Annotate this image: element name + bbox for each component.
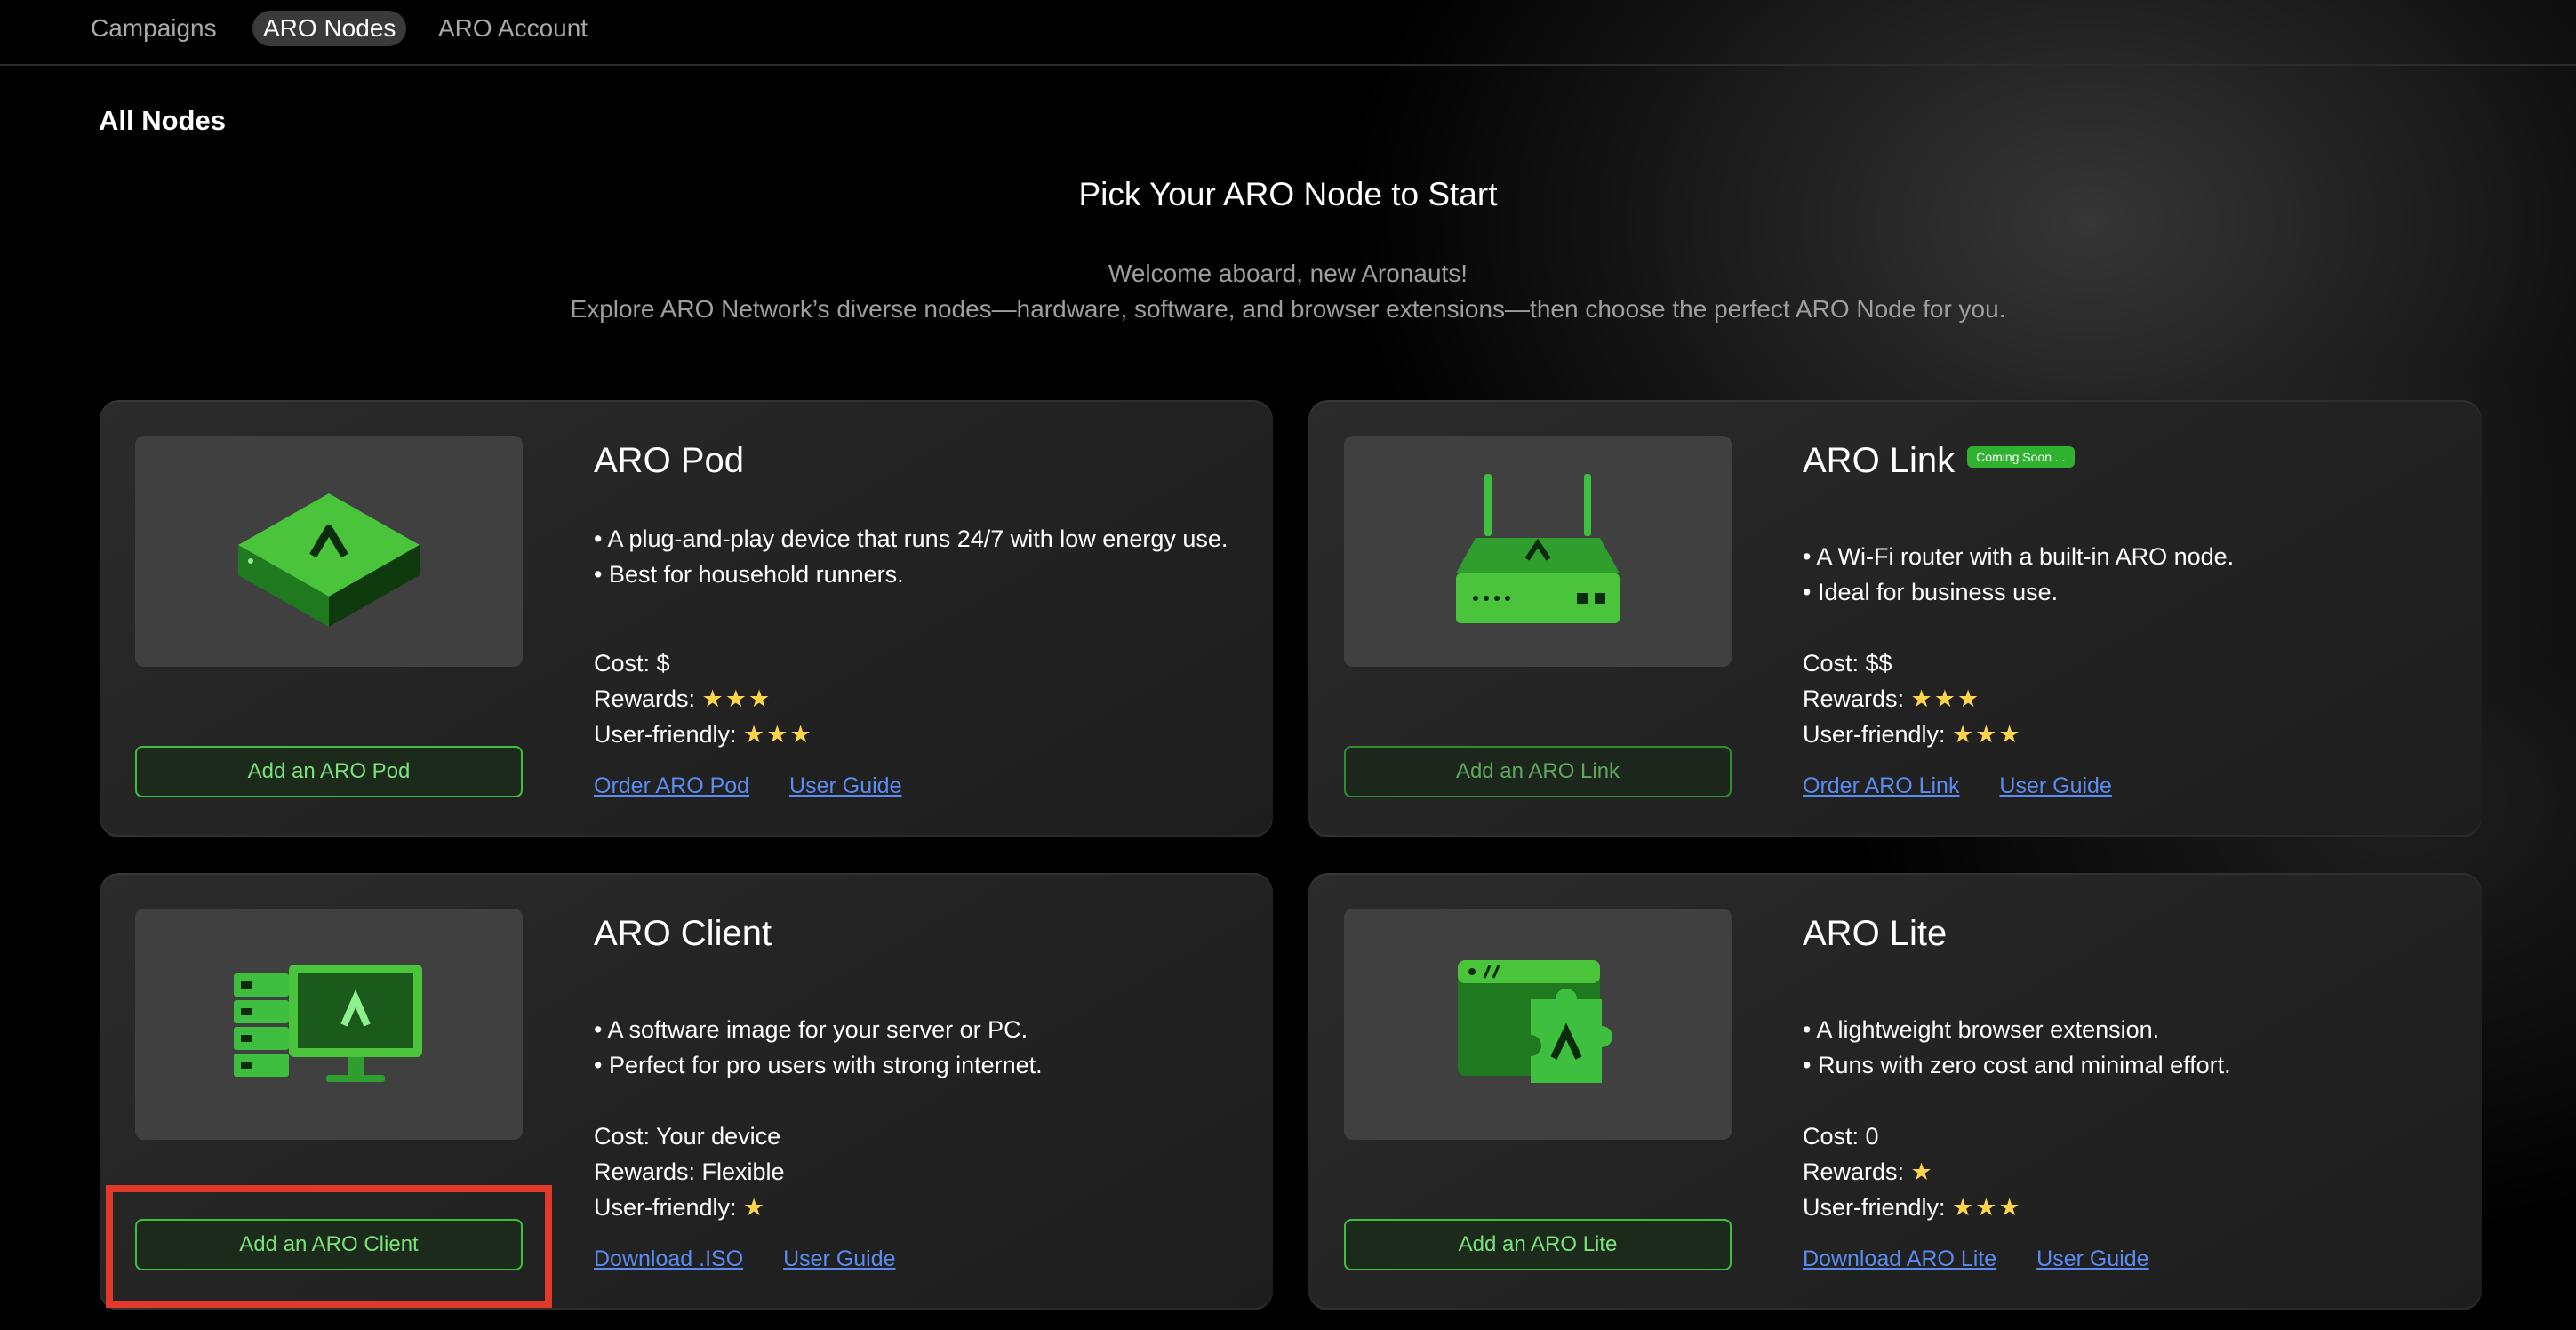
card-title: ARO Link Coming Soon ... [1803,441,2075,481]
add-aro-link-button[interactable]: Add an ARO Link [1344,746,1732,797]
star-icon: ★★★ [1952,1194,2022,1221]
rewards-text: Rewards: Flexible [594,1158,785,1185]
user-friendly-label: User-friendly: [1803,721,1953,748]
user-friendly-row: User-friendly: ★★★ [1803,717,2022,752]
user-friendly-row: User-friendly: ★ [594,1190,785,1225]
client-thumbnail [135,909,523,1140]
section-title: All Nodes [99,105,226,136]
card-description: • A software image for your server or PC… [594,1012,1252,1083]
bullet-item: • Best for household runners. [594,561,904,588]
order-aro-pod-link[interactable]: Order ARO Pod [594,773,749,798]
rewards-row: Rewards: ★ [1803,1154,2022,1190]
card-description: • A plug-and-play device that runs 24/7 … [594,521,1252,592]
star-icon: ★ [743,1194,767,1221]
card-title: ARO Lite [1803,914,1948,953]
star-icon: ★★★ [1910,685,1981,712]
user-friendly-row: User-friendly: ★★★ [594,717,813,752]
subtitle-text: Explore ARO Network’s diverse nodes—hard… [570,295,2006,323]
highlight-box [106,1185,552,1308]
card-description: • A lightweight browser extension. • Run… [1803,1012,2460,1083]
rewards-label: Rewards: [1803,1158,1911,1185]
star-icon: ★★★ [701,685,772,712]
rewards-label: Rewards: [594,685,702,712]
star-icon: ★★★ [1952,721,2022,748]
rewards-label: Rewards: [1803,685,1911,712]
card-stats: Cost: $ Rewards: ★★★ User-friendly: ★★★ [594,645,813,752]
card-aro-link: Add an ARO Link ARO Link Coming Soon ... … [1308,400,2482,837]
add-aro-lite-button[interactable]: Add an ARO Lite [1344,1219,1732,1270]
user-friendly-label: User-friendly: [594,1194,744,1221]
rewards-row: Rewards: ★★★ [1803,681,2022,717]
pod-thumbnail [135,436,523,667]
user-guide-link[interactable]: User Guide [789,773,901,798]
pod-device-icon [238,493,420,627]
page-heading: Pick Your ARO Node to Start [1078,176,1498,212]
bullet-item: • Perfect for pro users with strong inte… [594,1052,1043,1078]
card-links: Order ARO Pod User Guide [594,773,935,799]
star-icon: ★ [1910,1158,1934,1185]
bullet-item: • Ideal for business use. [1803,579,2059,605]
order-aro-link-link[interactable]: Order ARO Link [1803,773,1959,798]
card-title: ARO Client [594,914,772,953]
cost-text: Cost: Your device [594,1123,781,1150]
bullet-item: • A lightweight browser extension. [1803,1016,2160,1043]
user-friendly-label: User-friendly: [1803,1194,1953,1221]
download-iso-link[interactable]: Download .ISO [594,1246,743,1271]
card-aro-pod: Add an ARO Pod ARO Pod • A plug-and-play… [100,400,1273,837]
card-links: Order ARO Link User Guide [1803,773,2146,799]
card-stats: Cost: $$ Rewards: ★★★ User-friendly: ★★★ [1803,645,2022,752]
server-monitor-icon [234,965,422,1082]
router-icon [1456,474,1620,623]
bullet-item: • A software image for your server or PC… [594,1016,1028,1043]
card-description: • A Wi-Fi router with a built-in ARO nod… [1803,539,2460,610]
browser-extension-icon [1458,960,1612,1083]
welcome-text: Welcome aboard, new Aronauts! [1108,260,1468,287]
download-aro-lite-link[interactable]: Download ARO Lite [1803,1246,1996,1271]
card-stats: Cost: Your device Rewards: Flexible User… [594,1118,785,1225]
cost-text: Cost: $ [594,650,670,677]
user-friendly-row: User-friendly: ★★★ [1803,1190,2022,1225]
user-guide-link[interactable]: User Guide [2036,1246,2148,1271]
card-title: ARO Pod [594,441,744,480]
add-aro-pod-button[interactable]: Add an ARO Pod [135,746,523,797]
user-guide-link[interactable]: User Guide [783,1246,895,1271]
user-friendly-label: User-friendly: [594,721,744,748]
card-title-text: ARO Link [1803,441,1956,480]
cost-text: Cost: $$ [1803,650,1892,677]
bullet-item: • Runs with zero cost and minimal effort… [1803,1052,2231,1078]
coming-soon-badge: Coming Soon ... [1967,446,2075,469]
tab-campaigns[interactable]: Campaigns [91,11,217,46]
lite-thumbnail [1344,909,1732,1140]
cost-text: Cost: 0 [1803,1123,1879,1150]
tab-aro-account[interactable]: ARO Account [438,11,588,46]
card-stats: Cost: 0 Rewards: ★ User-friendly: ★★★ [1803,1118,2022,1225]
rewards-row: Rewards: ★★★ [594,681,813,717]
card-links: Download ARO Lite User Guide [1803,1246,2183,1272]
bullet-item: • A plug-and-play device that runs 24/7 … [594,525,1228,552]
card-links: Download .ISO User Guide [594,1246,930,1272]
tab-aro-nodes[interactable]: ARO Nodes [252,11,407,46]
card-aro-lite: Add an ARO Lite ARO Lite • A lightweight… [1308,873,2482,1310]
link-thumbnail [1344,436,1732,667]
star-icon: ★★★ [743,721,813,748]
user-guide-link[interactable]: User Guide [1999,773,2111,798]
bullet-item: • A Wi-Fi router with a built-in ARO nod… [1803,543,2235,570]
top-nav: Campaigns ARO Nodes ARO Account [0,0,2576,66]
